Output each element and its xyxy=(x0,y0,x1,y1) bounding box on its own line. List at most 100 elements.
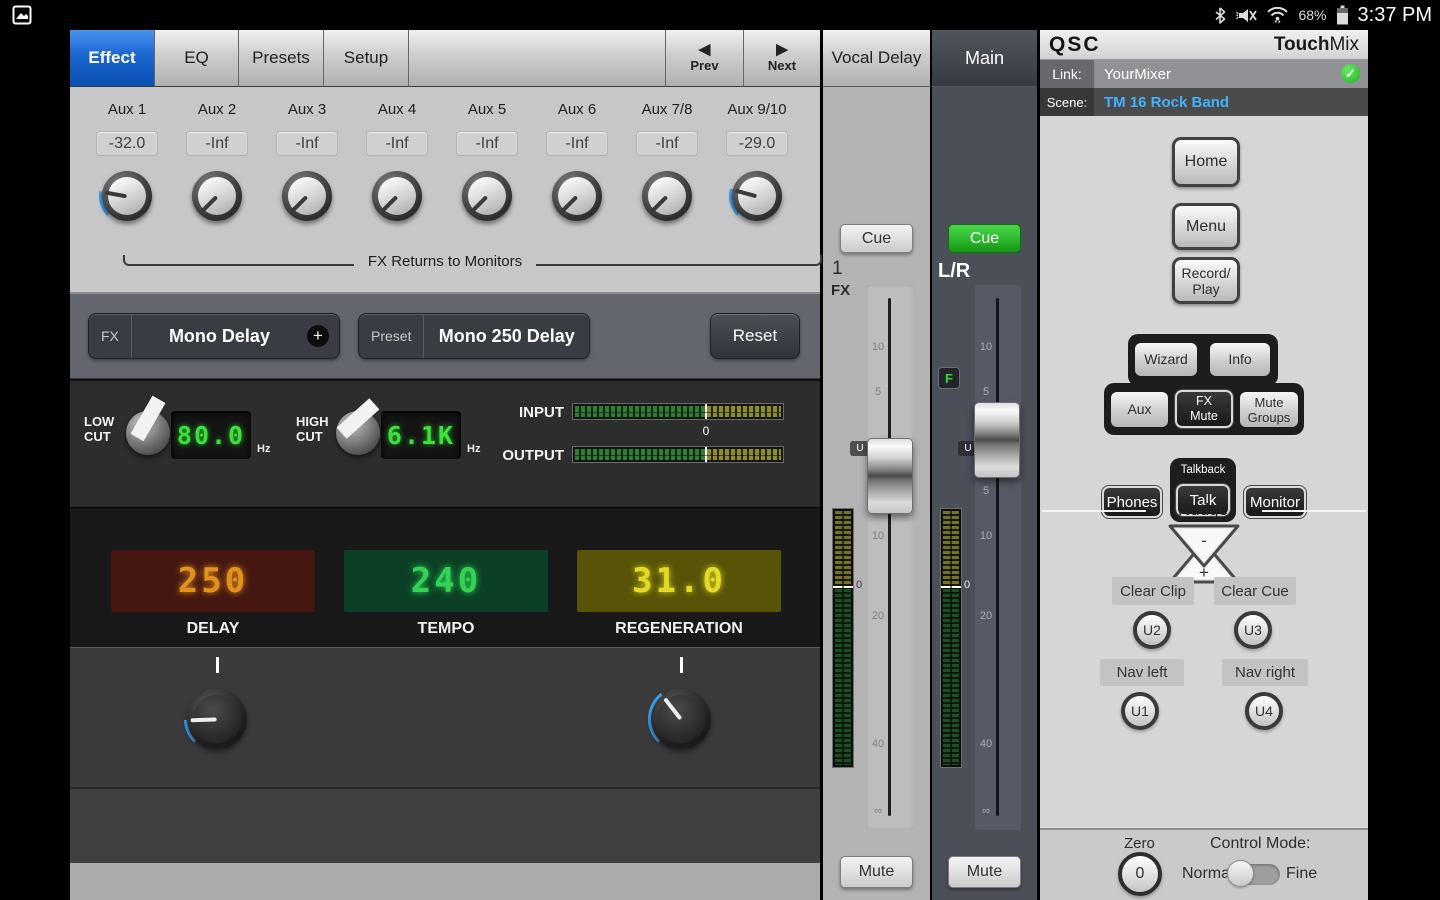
filter-meter-row: LOWCUT 80.0 Hz HIGHCUT 6.1K Hz INPUT 0 O… xyxy=(70,379,820,507)
high-cut-label: HIGHCUT xyxy=(296,414,329,444)
fx-returns-note: FX Returns to Monitors xyxy=(70,253,820,270)
phones-button[interactable]: Phones xyxy=(1102,486,1162,518)
scale-mark: ∞ xyxy=(868,805,888,817)
talkback-label: Talkback xyxy=(1170,464,1236,476)
low-cut-display: 80.0 xyxy=(171,411,251,459)
info-button[interactable]: Info xyxy=(1210,343,1270,376)
tab-filler xyxy=(409,30,666,87)
bottom-strip xyxy=(70,863,820,900)
tempo-display: 240 xyxy=(344,550,548,612)
aux-channel: Aux 7/8 -Inf xyxy=(622,101,712,224)
aux-knob[interactable] xyxy=(549,168,605,224)
scale-mark: 5 xyxy=(868,386,888,398)
main-meter-zero: 0 xyxy=(964,579,970,591)
main-strip-header[interactable]: Main xyxy=(932,30,1037,87)
fx-meter-zero: 0 xyxy=(856,579,862,591)
preset-selector[interactable]: Preset Mono 250 Delay xyxy=(358,313,590,359)
zero-button[interactable]: 0 xyxy=(1118,852,1162,896)
fx-strip-header[interactable]: Vocal Delay xyxy=(823,30,930,87)
tab-setup[interactable]: Setup xyxy=(324,30,409,87)
prev-button[interactable]: ◀ Prev xyxy=(666,30,744,87)
toggle-knob[interactable] xyxy=(1227,860,1254,887)
aux-knob[interactable] xyxy=(369,168,425,224)
mute-groups-button[interactable]: MuteGroups xyxy=(1240,392,1298,427)
scale-mark: 20 xyxy=(868,610,888,622)
aux-value[interactable]: -Inf xyxy=(456,131,518,156)
link-connected-icon: ✓ xyxy=(1341,64,1360,83)
scene-value[interactable]: TM 16 Rock Band xyxy=(1104,88,1229,116)
user-button-u2[interactable]: U2 xyxy=(1133,611,1171,649)
preset-cell-label: Preset xyxy=(359,314,424,358)
clear-cue-label: Clear Cue xyxy=(1214,577,1296,605)
main-mute-button[interactable]: Mute xyxy=(948,856,1021,888)
scale-mark: 5 xyxy=(976,386,996,398)
aux-value[interactable]: -Inf xyxy=(186,131,248,156)
aux-value[interactable]: -29.0 xyxy=(726,131,788,156)
scale-mark: 40 xyxy=(976,738,996,750)
aux-channel: Aux 3 -Inf xyxy=(262,101,352,224)
fx-fader-cap[interactable] xyxy=(867,438,913,514)
aux-label: Aux 3 xyxy=(288,101,326,123)
main-cue-button[interactable]: Cue xyxy=(948,224,1021,253)
aux-channel: Aux 2 -Inf xyxy=(172,101,262,224)
aux-value[interactable]: -Inf xyxy=(636,131,698,156)
parameter-display-row: 250 DELAY 240 TEMPO 31.0 REGENERATION xyxy=(70,507,820,647)
tab-presets[interactable]: Presets xyxy=(239,30,324,87)
main-fader-cap[interactable] xyxy=(974,402,1020,478)
user-button-u1[interactable]: U1 xyxy=(1121,692,1159,730)
high-cut-knob[interactable] xyxy=(336,411,380,455)
fx-channel-number: 1 xyxy=(832,258,843,280)
fx-cue-button[interactable]: Cue xyxy=(840,224,913,253)
left-margin xyxy=(0,30,70,900)
aux-value[interactable]: -Inf xyxy=(546,131,608,156)
reset-button[interactable]: Reset xyxy=(710,313,800,359)
fx-type-selector[interactable]: FX Mono Delay + xyxy=(88,313,340,359)
aux-channel: Aux 4 -Inf xyxy=(352,101,442,224)
output-meter xyxy=(572,446,784,463)
monitor-button[interactable]: Monitor xyxy=(1244,486,1306,518)
aux-knob[interactable] xyxy=(279,168,335,224)
scene-label: Scene: xyxy=(1040,88,1094,116)
nudge-down-button[interactable]: - xyxy=(1166,522,1242,570)
fx-mute-button-panel[interactable]: FXMute xyxy=(1175,390,1233,428)
next-button[interactable]: ▶ Next xyxy=(744,30,820,87)
aux-label: Aux 9/10 xyxy=(727,101,786,123)
aux-channel: Aux 9/10 -29.0 xyxy=(712,101,802,224)
aux-knob[interactable] xyxy=(639,168,695,224)
aux-value[interactable]: -Inf xyxy=(276,131,338,156)
aux-knob[interactable] xyxy=(729,168,785,224)
control-mode-toggle[interactable] xyxy=(1230,864,1280,885)
aux-value[interactable]: -Inf xyxy=(366,131,428,156)
aux-knob[interactable] xyxy=(189,168,245,224)
low-cut-knob[interactable] xyxy=(126,411,170,455)
record-play-button[interactable]: Record/Play xyxy=(1172,257,1240,304)
nudge-label: Nudge xyxy=(1178,500,1228,520)
aux-knob[interactable] xyxy=(99,168,155,224)
wizard-info-plaque: Wizard Info xyxy=(1128,334,1278,386)
aux-button[interactable]: Aux xyxy=(1111,392,1168,427)
user-button-u4[interactable]: U4 xyxy=(1245,692,1283,730)
bluetooth-icon xyxy=(1214,7,1226,24)
home-button[interactable]: Home xyxy=(1172,137,1240,187)
regeneration-display: 31.0 xyxy=(577,550,781,612)
tab-effect[interactable]: Effect xyxy=(70,30,155,87)
scene-row: Scene: TM 16 Rock Band xyxy=(1040,88,1368,116)
delay-knob[interactable] xyxy=(184,686,250,752)
aux-knob[interactable] xyxy=(459,168,515,224)
fx-mute-button[interactable]: Mute xyxy=(840,856,913,888)
svg-text:-: - xyxy=(1201,531,1207,550)
regeneration-knob[interactable] xyxy=(648,686,714,752)
menu-button[interactable]: Menu xyxy=(1172,203,1240,250)
expand-icon[interactable]: + xyxy=(307,325,329,347)
aux-channel: Aux 5 -Inf xyxy=(442,101,532,224)
user-button-u3[interactable]: U3 xyxy=(1234,611,1272,649)
product-name: TouchMix xyxy=(1274,34,1359,56)
screenshot-icon xyxy=(12,5,32,25)
delay-knob-tick xyxy=(216,657,219,673)
aux-label: Aux 2 xyxy=(198,101,236,123)
aux-value[interactable]: -32.0 xyxy=(96,131,158,156)
tab-eq[interactable]: EQ xyxy=(155,30,239,87)
aux-label: Aux 5 xyxy=(468,101,506,123)
wizard-button[interactable]: Wizard xyxy=(1135,343,1197,376)
main-fader-flag-button[interactable]: F xyxy=(938,367,960,389)
